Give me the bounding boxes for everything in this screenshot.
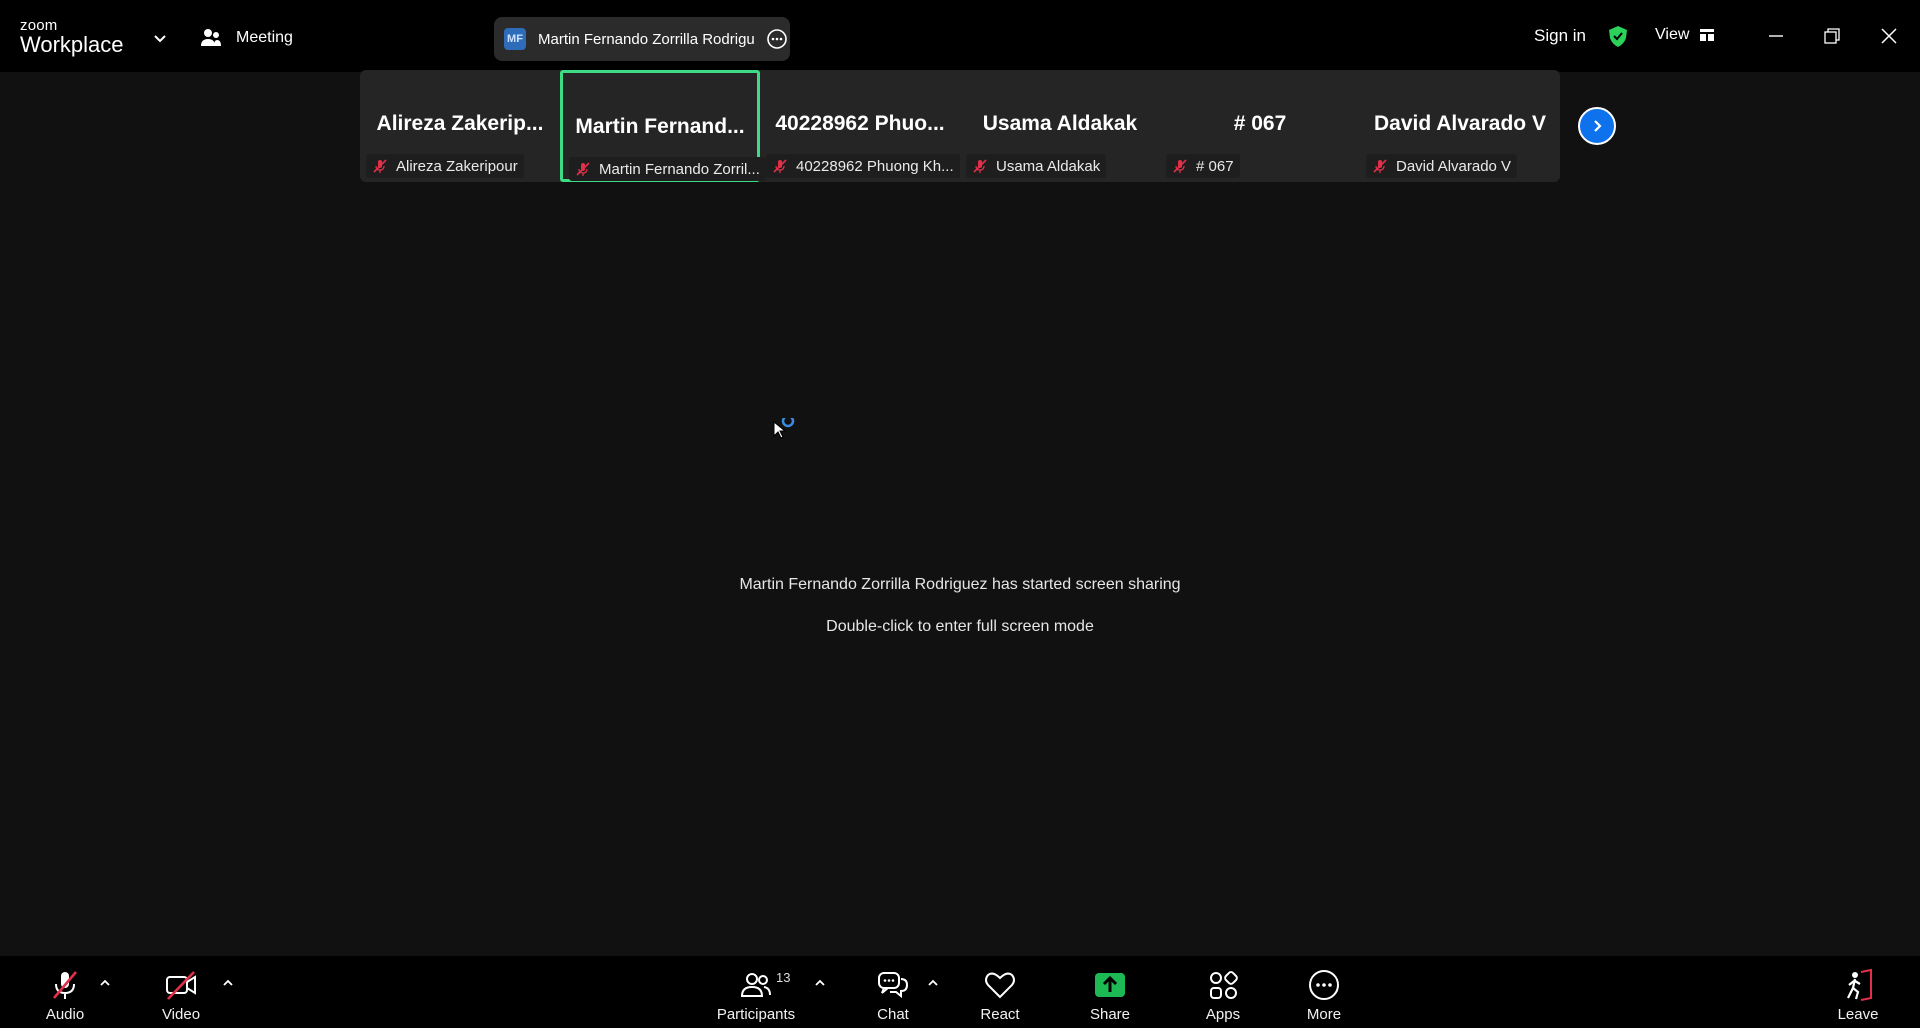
participant-display-name: Martin Fernand... bbox=[575, 115, 745, 138]
close-icon[interactable] bbox=[1877, 24, 1901, 48]
participant-tile[interactable]: 40228962 Phuo... 40228962 Phuong Kh... bbox=[760, 70, 960, 182]
participant-tag-label: Usama Aldakak bbox=[996, 157, 1101, 175]
participant-display-name: David Alvarado V bbox=[1374, 112, 1546, 135]
mic-muted-icon bbox=[773, 159, 787, 173]
meeting-label: Meeting bbox=[236, 29, 293, 46]
apps-label: Apps bbox=[1205, 1006, 1241, 1023]
screen-share-status: Martin Fernando Zorrilla Rodriguez has s… bbox=[739, 576, 1181, 593]
title-bar: zoom Workplace Meeting MF Martin Fernand… bbox=[0, 0, 1920, 72]
chat-icon bbox=[878, 972, 909, 999]
logo-zoom-text: zoom bbox=[20, 17, 58, 34]
participant-tag-label: # 067 bbox=[1196, 157, 1234, 175]
share-label: Share bbox=[1089, 1006, 1131, 1023]
meeting-toolbar: Audio Video Participants 13 Chat React S… bbox=[0, 956, 1920, 1028]
speaker-avatar: MF bbox=[504, 28, 526, 50]
apps-button[interactable]: Apps bbox=[1198, 956, 1248, 1028]
participant-tile[interactable]: David Alvarado V David Alvarado V bbox=[1360, 70, 1560, 182]
minimize-icon[interactable] bbox=[1764, 24, 1788, 48]
participant-tag-label: David Alvarado V bbox=[1396, 157, 1512, 175]
participants-button[interactable]: Participants bbox=[710, 956, 802, 1028]
participant-name-tag: 40228962 Phuong Kh... bbox=[766, 154, 960, 178]
mic-muted-icon bbox=[1173, 159, 1187, 173]
mic-off-icon bbox=[53, 971, 77, 999]
more-button[interactable]: More bbox=[1299, 956, 1349, 1028]
chat-label: Chat bbox=[877, 1006, 909, 1023]
leave-icon bbox=[1847, 968, 1872, 1001]
participant-tile[interactable]: # 067 # 067 bbox=[1160, 70, 1360, 182]
people-icon bbox=[201, 29, 221, 46]
participant-tile-active[interactable]: Martin Fernand... Martin Fernando Zorril… bbox=[560, 70, 766, 182]
fullscreen-hint: Double-click to enter full screen mode bbox=[826, 618, 1094, 635]
chevron-down-icon[interactable] bbox=[150, 28, 170, 48]
next-page-arrow-icon[interactable] bbox=[1578, 107, 1616, 145]
video-off-icon bbox=[166, 971, 196, 1000]
participant-tile[interactable]: Alireza Zakerip... Alireza Zakeripour bbox=[360, 70, 560, 182]
mic-muted-icon bbox=[576, 162, 590, 176]
sign-in-link[interactable]: Sign in bbox=[1534, 26, 1586, 46]
shield-check-icon[interactable] bbox=[1606, 24, 1630, 48]
zoom-workplace-logo: zoom Workplace bbox=[20, 18, 150, 58]
chat-options-chevron-up-icon[interactable] bbox=[926, 976, 940, 990]
audio-label: Audio bbox=[45, 1006, 85, 1023]
audio-options-chevron-up-icon[interactable] bbox=[98, 976, 112, 990]
participant-tile[interactable]: Usama Aldakak Usama Aldakak bbox=[960, 70, 1160, 182]
view-label: View bbox=[1655, 26, 1690, 43]
more-label: More bbox=[1306, 1006, 1342, 1023]
leave-button[interactable]: Leave bbox=[1833, 956, 1883, 1028]
more-icon bbox=[1309, 970, 1339, 1000]
participants-count-badge: 13 bbox=[776, 970, 791, 985]
participant-name-tag: Usama Aldakak bbox=[966, 154, 1107, 178]
share-button[interactable]: Share bbox=[1085, 956, 1135, 1028]
participants-icon bbox=[740, 973, 771, 997]
apps-icon bbox=[1210, 971, 1238, 999]
share-screen-icon bbox=[1095, 973, 1125, 997]
participant-display-name: Usama Aldakak bbox=[982, 112, 1138, 135]
restore-icon[interactable] bbox=[1820, 24, 1844, 48]
logo-workplace-text: Workplace bbox=[20, 32, 124, 57]
busy-cursor-icon bbox=[773, 418, 795, 439]
mic-muted-icon bbox=[973, 159, 987, 173]
participants-options-chevron-up-icon[interactable] bbox=[813, 976, 827, 990]
more-options-icon[interactable] bbox=[766, 28, 788, 50]
participant-display-name: # 067 bbox=[1233, 112, 1287, 135]
video-options-chevron-up-icon[interactable] bbox=[221, 976, 235, 990]
heart-icon bbox=[985, 972, 1015, 999]
participant-tag-label: 40228962 Phuong Kh... bbox=[796, 157, 954, 175]
participant-tag-label: Alireza Zakeripour bbox=[396, 157, 518, 175]
participant-name-tag: Alireza Zakeripour bbox=[366, 154, 524, 178]
leave-label: Leave bbox=[1837, 1006, 1879, 1023]
speaker-name: Martin Fernando Zorrilla Rodrigu bbox=[538, 30, 755, 48]
meeting-info-button[interactable]: Meeting bbox=[200, 24, 293, 52]
video-label: Video bbox=[161, 1006, 201, 1023]
grid-view-icon bbox=[1700, 29, 1715, 41]
mic-muted-icon bbox=[373, 159, 387, 173]
participant-name-tag: David Alvarado V bbox=[1366, 154, 1518, 178]
participant-display-name: 40228962 Phuo... bbox=[775, 112, 945, 135]
mic-muted-icon bbox=[1373, 159, 1387, 173]
participant-name-tag: # 067 bbox=[1166, 154, 1240, 178]
participant-display-name: Alireza Zakerip... bbox=[376, 112, 544, 135]
participant-name-tag: Martin Fernando Zorril... bbox=[569, 157, 766, 181]
participants-label: Participants bbox=[716, 1006, 796, 1023]
react-label: React bbox=[980, 1006, 1020, 1023]
video-button[interactable]: Video bbox=[156, 956, 206, 1028]
chat-button[interactable]: Chat bbox=[868, 956, 918, 1028]
react-button[interactable]: React bbox=[975, 956, 1025, 1028]
active-speaker-pill[interactable]: MF Martin Fernando Zorrilla Rodrigu bbox=[494, 17, 790, 61]
audio-button[interactable]: Audio bbox=[40, 956, 90, 1028]
participant-thumbnail-strip: Alireza Zakerip... Alireza Zakeripour Ma… bbox=[360, 70, 1560, 182]
participant-tag-label: Martin Fernando Zorril... bbox=[599, 160, 760, 178]
view-button[interactable]: View bbox=[1655, 26, 1715, 44]
